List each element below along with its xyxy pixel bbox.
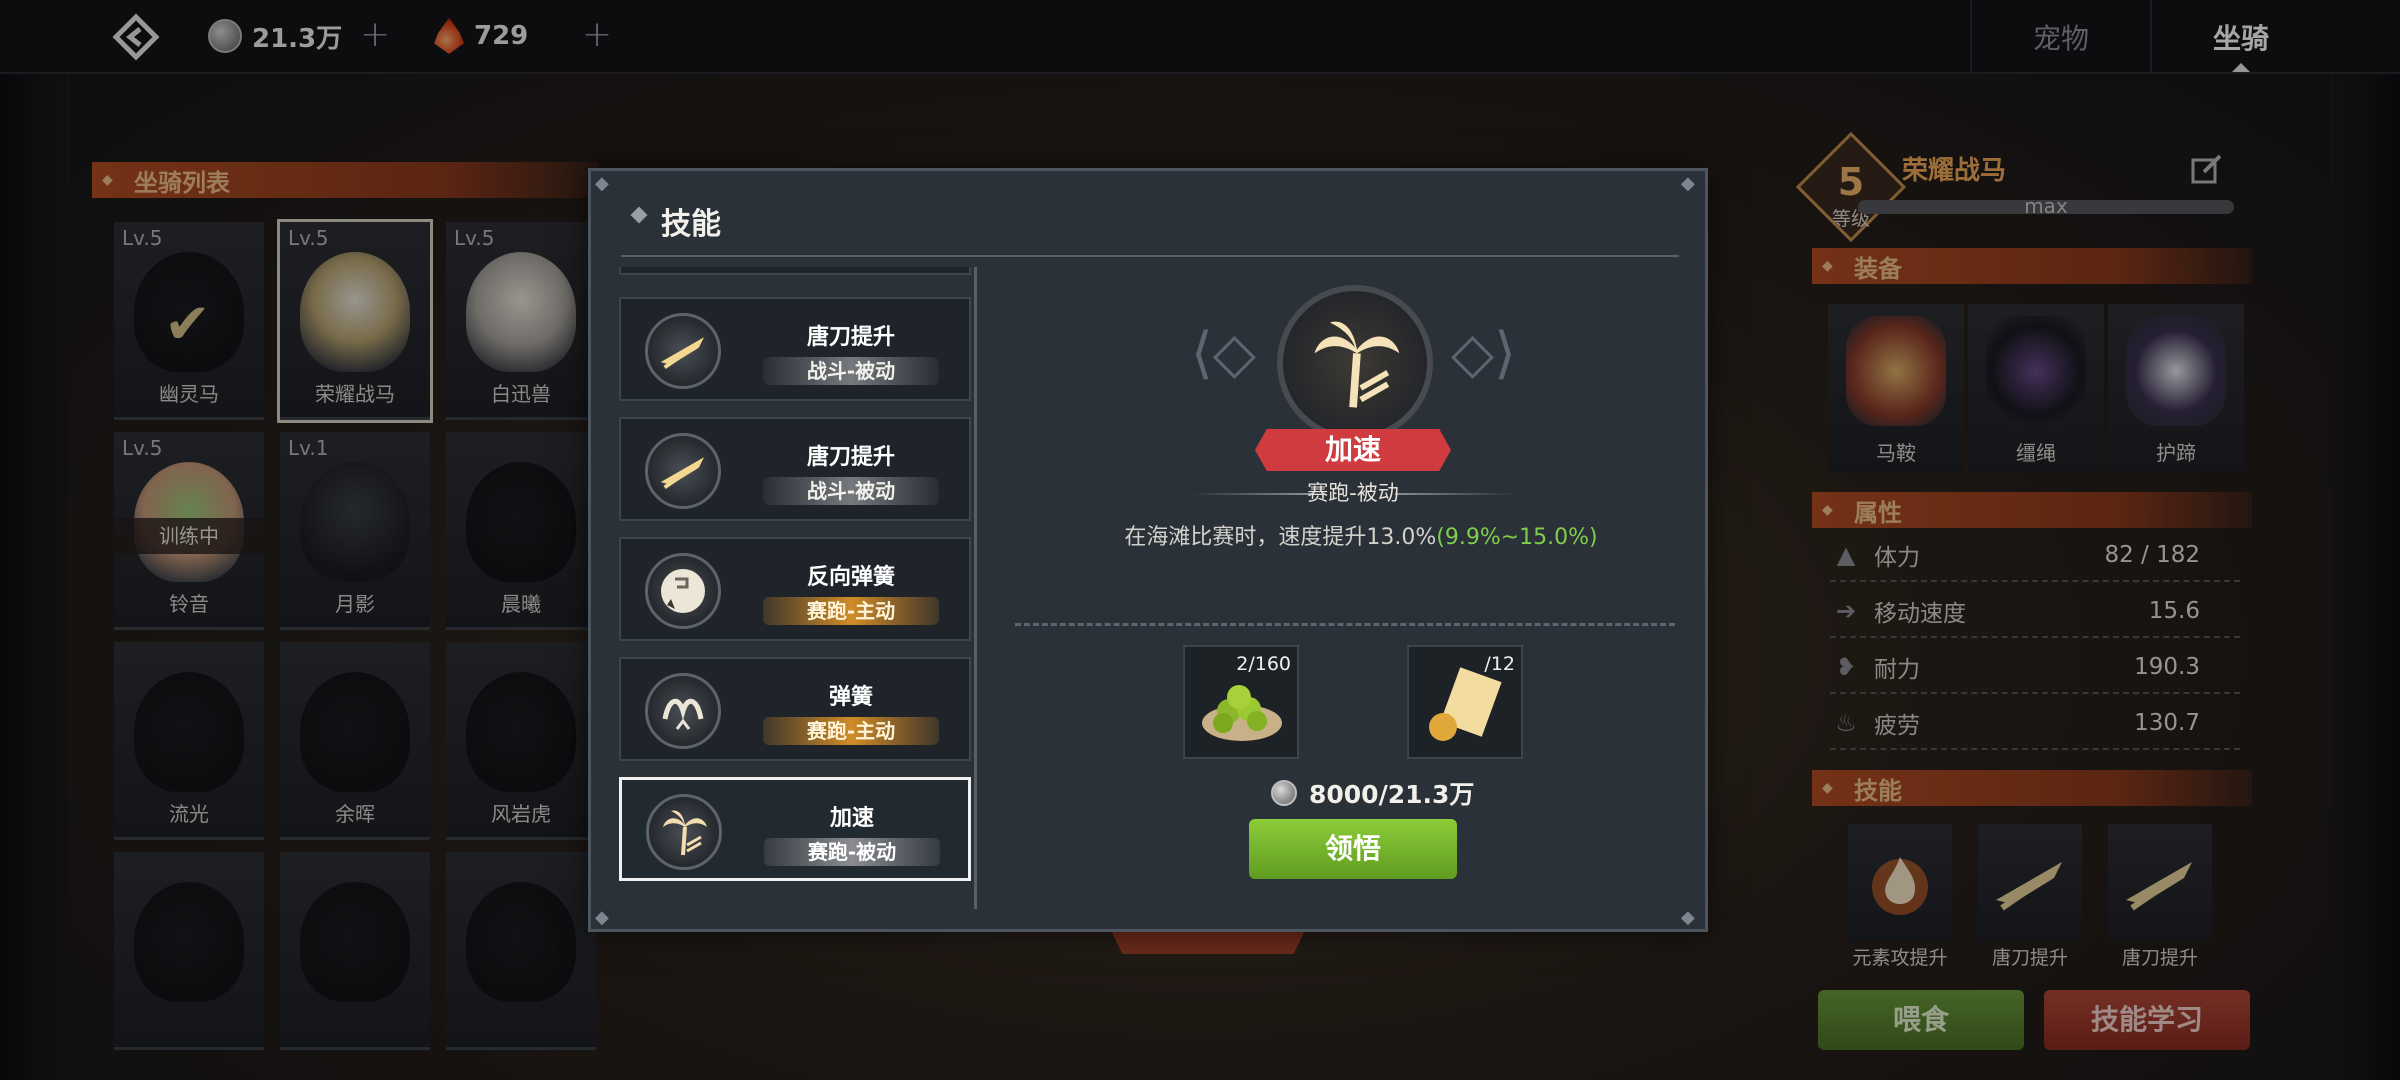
corner-ornament: ◆ bbox=[595, 173, 609, 194]
skill-list-item-selected[interactable]: 加速 赛跑-被动 bbox=[619, 777, 971, 881]
blade-icon bbox=[645, 313, 721, 389]
skill-list-item[interactable]: 唐刀提升 战斗-被动 bbox=[619, 417, 971, 521]
skill-item-tag: 战斗-被动 bbox=[763, 357, 939, 385]
skill-list-item[interactable]: 弹簧 赛跑-主动 bbox=[619, 657, 971, 761]
skill-item-tag: 赛跑-主动 bbox=[763, 717, 939, 745]
comprehend-button[interactable]: 领悟 bbox=[1249, 819, 1457, 879]
scroll-icon bbox=[1423, 667, 1509, 747]
skill-name-plate: 加速 bbox=[1255, 429, 1451, 471]
material-count: /12 bbox=[1484, 653, 1515, 675]
spring-icon bbox=[645, 673, 721, 749]
skill-type: 赛跑-被动 bbox=[1307, 481, 1399, 505]
material-count: 2/160 bbox=[1236, 653, 1291, 675]
skill-item-name: 反向弹簧 bbox=[806, 565, 895, 590]
skill-item-tag: 赛跑-被动 bbox=[764, 838, 940, 866]
material-slot[interactable]: /12 bbox=[1407, 645, 1523, 759]
modal-title: 技能 bbox=[661, 207, 721, 242]
skill-list-item[interactable]: 唐刀提升 战斗-被动 bbox=[619, 297, 971, 401]
reverse-spring-icon bbox=[645, 553, 721, 629]
skill-emblem bbox=[1277, 285, 1433, 441]
skill-list[interactable]: 唐刀提升 战斗-被动 唐刀提升 战斗-被动 反向弹簧 赛跑-主动 弹簧 赛跑-主… bbox=[619, 267, 977, 909]
silver-coin-icon bbox=[1271, 780, 1297, 806]
skill-list-item[interactable]: 反向弹簧 赛跑-主动 bbox=[619, 537, 971, 641]
corner-ornament: ◆ bbox=[1681, 173, 1695, 194]
palm-tree-icon bbox=[646, 794, 722, 870]
skill-description-main: 在海滩比赛时，速度提升13.0% bbox=[1124, 525, 1437, 550]
green-fruit-icon bbox=[1199, 667, 1285, 747]
skill-item-name: 加速 bbox=[829, 806, 874, 831]
palm-tree-icon bbox=[1314, 321, 1400, 408]
title-divider bbox=[621, 255, 1679, 257]
decoration-right: ◇⟩ bbox=[1451, 321, 1516, 386]
title-diamond-icon bbox=[630, 206, 648, 224]
skill-description: 在海滩比赛时，速度提升13.0%(9.9%~15.0%) bbox=[1031, 519, 1691, 551]
decoration-left: ⟨◇ bbox=[1191, 321, 1256, 386]
skill-modal: ◆ ◆ ◆ ◆ 技能 唐刀提升 战斗-被动 唐刀提升 战斗-被动 反向弹簧 赛跑… bbox=[588, 168, 1708, 932]
cost-row: 8000/21.3万 bbox=[1271, 775, 1474, 811]
cost-amount: 8000/21.3万 bbox=[1309, 780, 1475, 809]
blade-icon bbox=[645, 433, 721, 509]
detail-divider bbox=[1015, 623, 1675, 626]
corner-ornament: ◆ bbox=[1681, 907, 1695, 928]
skill-item-name: 唐刀提升 bbox=[806, 445, 895, 470]
skill-list-item-partial[interactable] bbox=[619, 267, 971, 275]
skill-item-name: 唐刀提升 bbox=[806, 325, 895, 350]
corner-ornament: ◆ bbox=[595, 907, 609, 928]
skill-item-name: 弹簧 bbox=[828, 685, 873, 710]
material-slot[interactable]: 2/160 bbox=[1183, 645, 1299, 759]
skill-item-tag: 赛跑-主动 bbox=[763, 597, 939, 625]
skill-description-range: (9.9%~15.0%) bbox=[1436, 525, 1598, 550]
skill-item-tag: 战斗-被动 bbox=[763, 477, 939, 505]
